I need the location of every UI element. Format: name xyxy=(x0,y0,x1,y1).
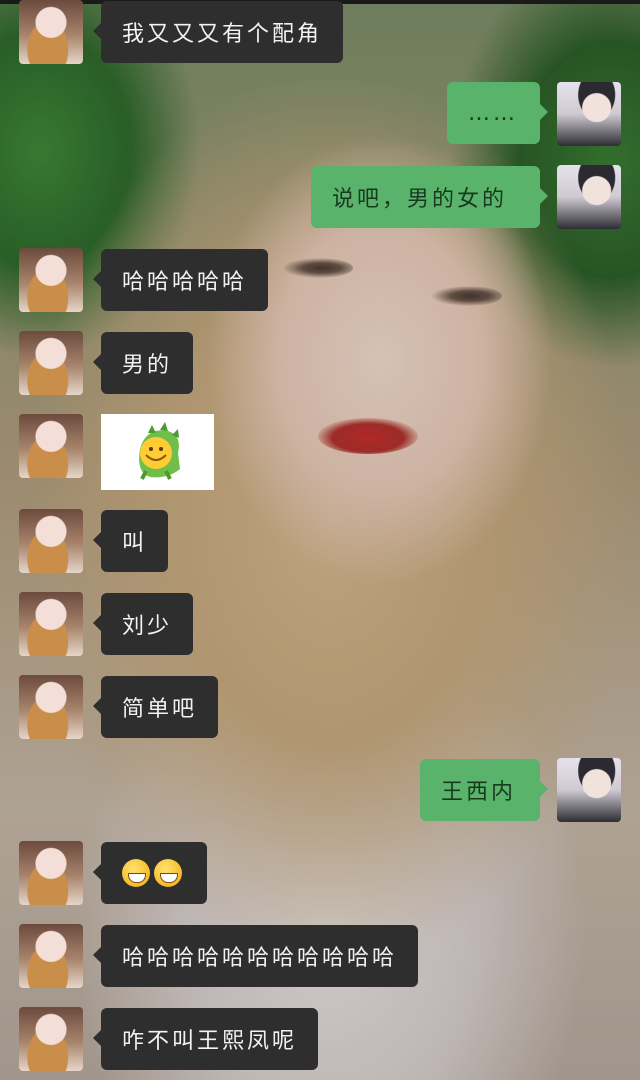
message-text: 哈哈哈哈哈哈哈哈哈哈哈 xyxy=(122,946,398,971)
contact-avatar[interactable] xyxy=(19,0,83,64)
message-text: 说吧，男的女的 xyxy=(332,187,508,212)
contact-avatar[interactable] xyxy=(19,509,83,573)
message-text: …… xyxy=(468,100,518,126)
message-text: 刘少 xyxy=(122,614,173,639)
message-text: 王西内 xyxy=(441,780,517,805)
incoming-message-bubble[interactable]: 哈哈哈哈哈哈哈哈哈哈哈 xyxy=(92,925,419,987)
contact-avatar[interactable] xyxy=(19,1007,83,1071)
contact-avatar[interactable] xyxy=(19,414,83,478)
incoming-message-bubble[interactable]: 咋不叫王熙凤呢 xyxy=(92,1008,319,1070)
contact-avatar[interactable] xyxy=(19,248,83,312)
incoming-message-bubble[interactable]: 我又又又有个配角 xyxy=(92,1,344,63)
incoming-message-bubble[interactable]: 简单吧 xyxy=(92,676,219,738)
my-avatar[interactable] xyxy=(557,758,621,822)
sticker-message[interactable] xyxy=(101,414,214,490)
contact-avatar[interactable] xyxy=(19,331,83,395)
incoming-message-bubble[interactable] xyxy=(93,842,207,904)
message-text: 简单吧 xyxy=(122,697,198,722)
outgoing-message-bubble[interactable]: …… xyxy=(447,82,548,144)
contact-avatar[interactable] xyxy=(19,675,83,739)
my-avatar[interactable] xyxy=(557,165,621,229)
green-dino-smile-sticker-icon xyxy=(138,422,180,480)
my-avatar[interactable] xyxy=(557,82,621,146)
outgoing-message-bubble[interactable]: 王西内 xyxy=(420,759,548,821)
incoming-message-bubble[interactable]: 刘少 xyxy=(92,593,194,655)
grinning-face-emoji-icon xyxy=(154,859,182,887)
incoming-message-bubble[interactable]: 男的 xyxy=(92,332,194,394)
incoming-message-bubble[interactable]: 叫 xyxy=(92,510,169,572)
message-text: 我又又又有个配角 xyxy=(122,22,323,47)
contact-avatar[interactable] xyxy=(19,841,83,905)
message-text: 男的 xyxy=(122,353,173,378)
message-text: 叫 xyxy=(122,531,148,556)
contact-avatar[interactable] xyxy=(19,592,83,656)
message-text: 哈哈哈哈哈 xyxy=(122,270,248,295)
grinning-face-emoji-icon xyxy=(122,859,150,887)
contact-avatar[interactable] xyxy=(19,924,83,988)
outgoing-message-bubble[interactable]: 说吧，男的女的 xyxy=(311,166,548,228)
message-text: 咋不叫王熙凤呢 xyxy=(122,1029,298,1054)
incoming-message-bubble[interactable]: 哈哈哈哈哈 xyxy=(92,249,269,311)
